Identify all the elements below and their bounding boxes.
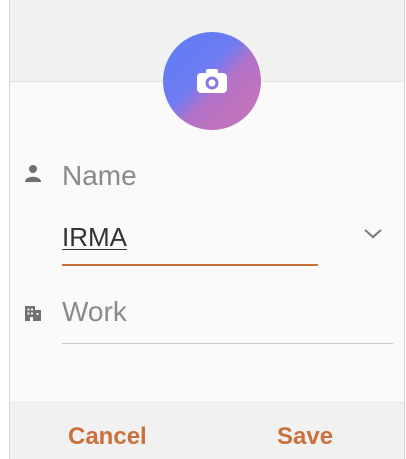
dialog-footer: Cancel Save <box>10 402 404 459</box>
person-icon <box>23 163 43 183</box>
contact-dialog: Name IRMA Work Cancel Save <box>9 0 405 459</box>
save-button[interactable]: Save <box>277 425 333 449</box>
chevron-down-icon[interactable] <box>361 226 385 242</box>
work-input[interactable]: Work <box>62 292 393 344</box>
contact-photo-button[interactable] <box>163 32 261 130</box>
work-placeholder: Work <box>62 296 127 327</box>
camera-icon <box>197 69 227 93</box>
building-icon <box>23 303 43 323</box>
name-input-value: IRMA <box>62 222 127 252</box>
name-label: Name <box>62 160 137 191</box>
name-input[interactable]: IRMA <box>62 218 318 266</box>
cancel-button[interactable]: Cancel <box>68 425 147 449</box>
